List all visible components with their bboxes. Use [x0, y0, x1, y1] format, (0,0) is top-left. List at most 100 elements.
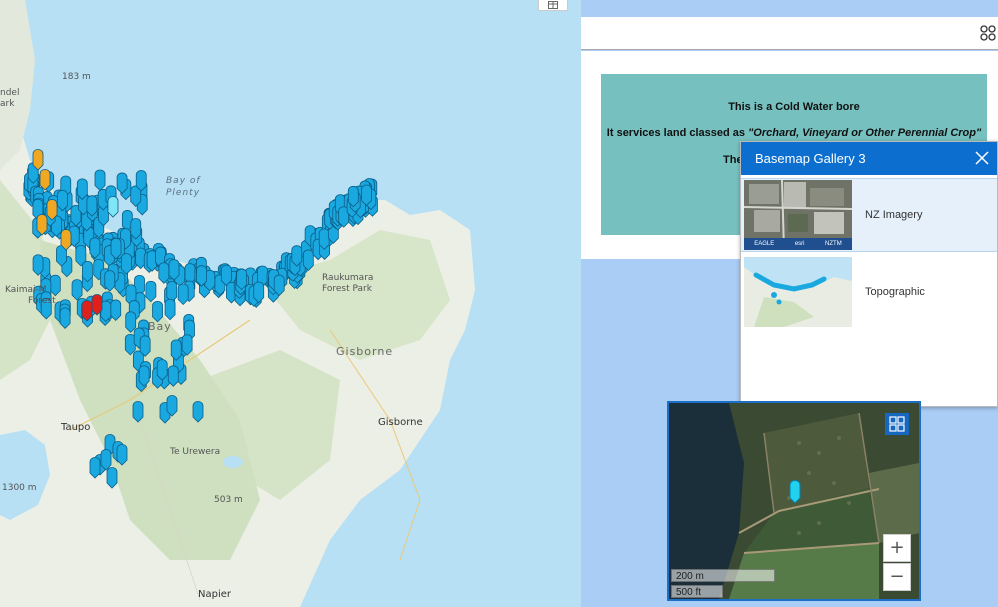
- bore-marker[interactable]: [302, 249, 314, 272]
- bore-marker[interactable]: [318, 228, 330, 250]
- park-label: Raukumara: [322, 273, 374, 283]
- bore-marker[interactable]: [145, 280, 157, 303]
- basemap-item-label: NZ Imagery: [865, 209, 923, 221]
- credit-text: NZTM: [825, 241, 842, 247]
- bore-type-text: This is a Cold Water bore: [728, 101, 860, 113]
- bore-marker[interactable]: [132, 401, 144, 423]
- zoom-in-button[interactable]: +: [883, 534, 911, 562]
- elevation-label: 183 m: [62, 72, 91, 82]
- city-label: Gisborne: [378, 417, 423, 428]
- basemap-gallery-icon: [889, 416, 905, 432]
- basemap-gallery-title: Basemap Gallery 3: [755, 151, 866, 166]
- bore-marker[interactable]: [291, 245, 303, 267]
- bore-marker[interactable]: [130, 218, 142, 240]
- bore-marker[interactable]: [94, 169, 106, 192]
- bore-marker[interactable]: [76, 178, 88, 200]
- place-label: Bay: [148, 320, 172, 333]
- bore-marker[interactable]: [89, 457, 101, 479]
- basemap-item-nz-imagery[interactable]: EAGLE esri NZTM NZ Imagery: [741, 178, 997, 252]
- bore-marker[interactable]: [361, 184, 372, 207]
- water-label: Plenty: [166, 188, 201, 198]
- bore-marker[interactable]: [91, 294, 103, 316]
- park-label: Forest Park: [322, 284, 372, 294]
- land-class-value: "Orchard, Vineyard or Other Perennial Cr…: [748, 127, 982, 139]
- bore-marker[interactable]: [152, 300, 163, 323]
- thumbnail-credits: EAGLE esri NZTM: [744, 238, 852, 250]
- bore-marker[interactable]: [273, 274, 285, 297]
- bore-marker[interactable]: [59, 307, 71, 329]
- bore-marker[interactable]: [167, 365, 179, 387]
- bore-marker[interactable]: [107, 196, 119, 218]
- bore-marker[interactable]: [86, 195, 98, 217]
- bore-marker[interactable]: [177, 283, 189, 306]
- bore-marker[interactable]: [32, 254, 44, 276]
- overview-map[interactable]: + − 200 m 500 ft: [667, 401, 921, 601]
- zoom-out-button[interactable]: −: [883, 563, 911, 591]
- bore-marker[interactable]: [192, 401, 204, 423]
- bore-marker[interactable]: [166, 281, 178, 303]
- bore-marker[interactable]: [104, 270, 116, 292]
- bore-marker[interactable]: [57, 189, 68, 212]
- bore-marker[interactable]: [139, 335, 151, 357]
- bore-marker[interactable]: [168, 259, 180, 281]
- scale-bar-metric: 200 m: [671, 569, 775, 582]
- credit-text: esri: [794, 241, 805, 247]
- basemap-gallery-panel: Basemap Gallery 3 EAGLE esri NZTM NZ Ima…: [740, 141, 998, 407]
- park-label: Forest: [28, 296, 56, 306]
- bore-marker[interactable]: [39, 169, 51, 191]
- bore-marker[interactable]: [116, 444, 128, 466]
- bore-marker[interactable]: [110, 299, 122, 322]
- basemap-item-topographic[interactable]: Topographic: [741, 255, 997, 329]
- bore-marker[interactable]: [135, 170, 147, 192]
- land-class-prefix: It services land classed as: [606, 127, 749, 139]
- bore-marker[interactable]: [116, 172, 128, 195]
- bore-marker[interactable]: [164, 298, 176, 321]
- bore-marker[interactable]: [89, 237, 101, 259]
- park-label: Kaimai-M: [5, 285, 47, 295]
- elevation-label: 1300 m: [2, 483, 37, 493]
- scale-bar-imperial: 500 ft: [671, 585, 723, 598]
- bore-marker[interactable]: [110, 237, 122, 260]
- bore-marker[interactable]: [125, 311, 137, 333]
- basemap-gallery-header: Basemap Gallery 3: [741, 142, 997, 175]
- header-strip: [581, 17, 998, 50]
- bore-marker[interactable]: [166, 395, 178, 417]
- bore-marker[interactable]: [158, 262, 170, 284]
- basemap-gallery-button[interactable]: [885, 413, 909, 435]
- bore-marker[interactable]: [60, 229, 72, 251]
- city-label: Napier: [198, 589, 231, 600]
- bore-marker[interactable]: [253, 281, 265, 304]
- bore-marker[interactable]: [347, 185, 359, 208]
- bore-marker[interactable]: [36, 214, 48, 236]
- main-map[interactable]: 183 m ndel ark Bay of Plenty Raukumara F…: [0, 0, 581, 607]
- elevation-label: 503 m: [214, 495, 243, 505]
- table-icon: [548, 1, 558, 9]
- close-icon[interactable]: [975, 151, 989, 165]
- bore-marker[interactable]: [156, 359, 168, 381]
- basemap-thumbnail: [744, 257, 852, 327]
- bore-marker[interactable]: [106, 467, 118, 489]
- bore-marker[interactable]: [138, 365, 150, 387]
- bore-markers-layer[interactable]: [0, 0, 581, 607]
- credit-text: EAGLE: [754, 241, 775, 247]
- app-launcher-icon[interactable]: [980, 25, 996, 41]
- bore-marker[interactable]: [81, 300, 93, 322]
- place-label: ark: [0, 99, 15, 109]
- topographic-thumbnail-image: [744, 257, 852, 327]
- bore-marker[interactable]: [196, 265, 207, 287]
- bore-marker[interactable]: [236, 268, 248, 291]
- bore-marker[interactable]: [32, 149, 44, 171]
- bore-marker[interactable]: [46, 199, 58, 221]
- land-class-text: It services land classed as "Orchard, Vi…: [601, 127, 987, 139]
- bore-marker[interactable]: [71, 279, 83, 301]
- water-label: Bay of: [166, 176, 201, 186]
- bore-marker[interactable]: [181, 334, 193, 356]
- bore-marker[interactable]: [120, 253, 132, 275]
- attribute-table-button[interactable]: [538, 0, 568, 11]
- bore-marker[interactable]: [100, 449, 112, 471]
- bore-marker[interactable]: [82, 260, 93, 283]
- bore-marker[interactable]: [49, 274, 61, 297]
- park-label: Te Urewera: [170, 447, 221, 457]
- basemap-item-label: Topographic: [865, 286, 925, 298]
- bore-marker[interactable]: [170, 339, 182, 361]
